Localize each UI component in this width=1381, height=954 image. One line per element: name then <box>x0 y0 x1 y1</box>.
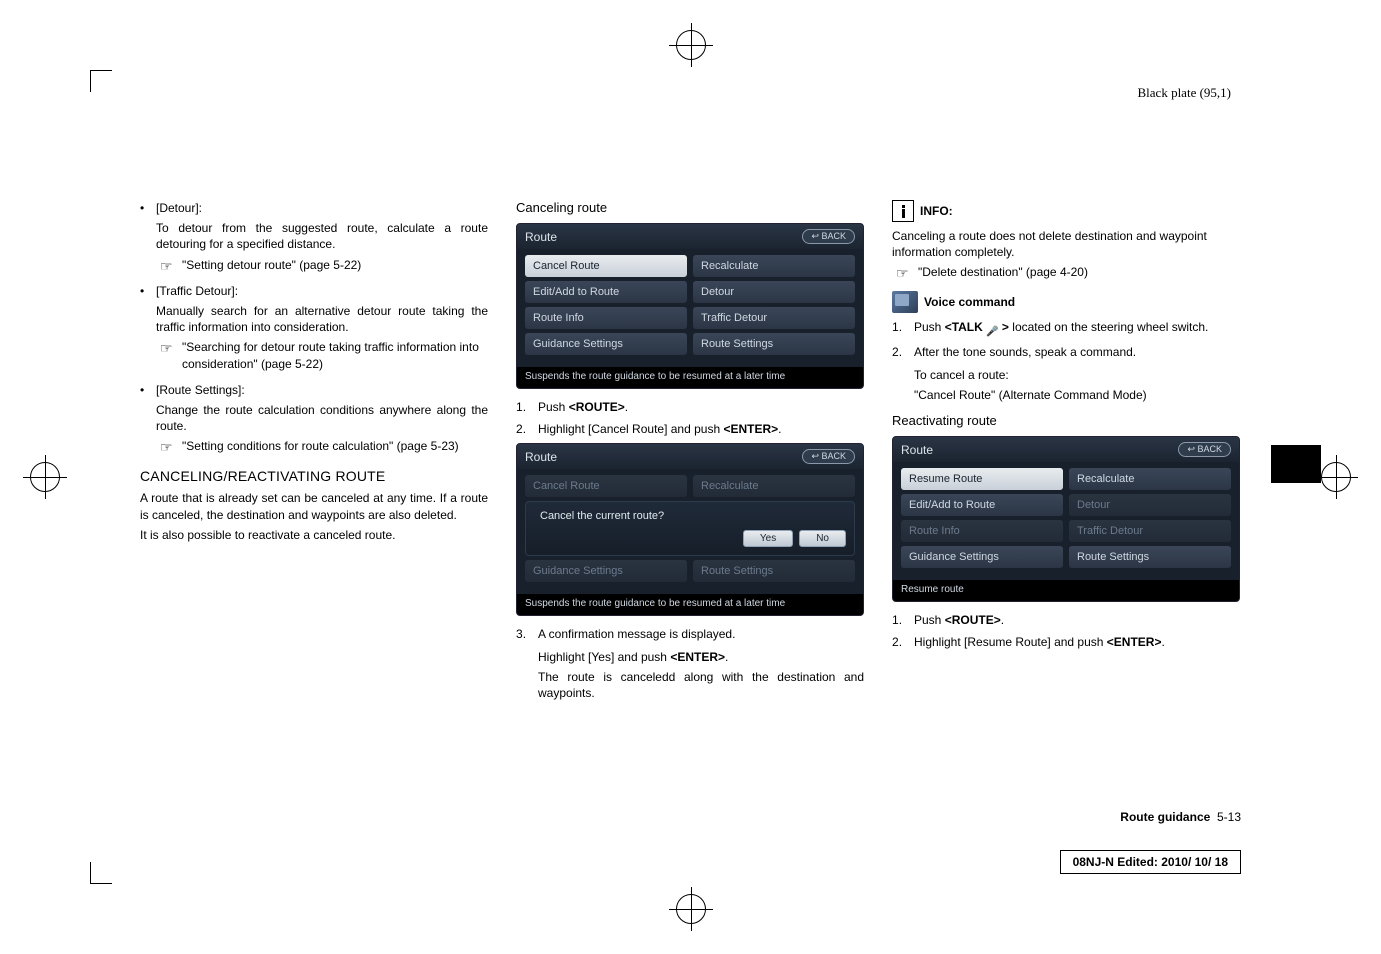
dialog-question: Cancel the current route? <box>534 510 846 522</box>
voice-command-label: Voice command <box>924 295 1015 309</box>
voice-command-icon <box>892 291 918 313</box>
item-desc: To detour from the suggested route, calc… <box>156 220 488 252</box>
vc-step-2a: To cancel a route: <box>914 367 1240 383</box>
voice-command-heading: Voice command <box>892 291 1240 313</box>
section-paragraph: A route that is already set can be cance… <box>140 490 488 522</box>
nav-footer: Resume route <box>893 580 1239 601</box>
page-content: [Detour]: To detour from the suggested r… <box>140 200 1240 707</box>
nav-footer: Suspends the route guidance to be resume… <box>517 594 863 615</box>
nav-option-route-settings[interactable]: Route Settings <box>693 333 855 355</box>
info-icon <box>892 200 914 222</box>
step-2: Highlight [Cancel Route] and push <ENTER… <box>516 421 864 437</box>
nav-title: Route <box>525 230 557 244</box>
item-title: [Traffic Detour]: <box>156 283 488 299</box>
info-label: INFO: <box>920 204 953 218</box>
section-tab <box>1271 445 1321 483</box>
subsection-heading: Canceling route <box>516 200 864 215</box>
item-ref: "Setting conditions for route calculatio… <box>156 438 488 454</box>
nav-option-route-info[interactable]: Route Info <box>525 307 687 329</box>
nav-option-dim: Route Settings <box>693 560 855 582</box>
nav-screenshot-confirm: Route ↩ BACK Cancel Route Recalculate Can… <box>516 443 864 616</box>
nav-option-guidance-settings[interactable]: Guidance Settings <box>525 333 687 355</box>
registration-bottom <box>671 889 711 929</box>
list-item: [Detour]: To detour from the suggested r… <box>140 200 488 273</box>
vc-step-2: After the tone sounds, speak a command. … <box>892 344 1240 403</box>
nav-option-edit-add[interactable]: Edit/Add to Route <box>901 494 1063 516</box>
nav-title: Route <box>901 443 933 457</box>
column-1: [Detour]: To detour from the suggested r… <box>140 200 488 707</box>
nav-option-route-settings[interactable]: Route Settings <box>1069 546 1231 568</box>
nav-option-route-info: Route Info <box>901 520 1063 542</box>
back-button[interactable]: ↩ BACK <box>802 229 855 244</box>
section-paragraph: It is also possible to reactivate a canc… <box>140 527 488 543</box>
item-title: [Route Settings]: <box>156 382 488 398</box>
item-desc: Manually search for an alternative detou… <box>156 303 488 335</box>
back-button[interactable]: ↩ BACK <box>1178 442 1231 457</box>
nav-footer: Suspends the route guidance to be resume… <box>517 367 863 388</box>
nav-option-detour: Detour <box>1069 494 1231 516</box>
nav-option-dim: Cancel Route <box>525 475 687 497</box>
plate-label: Black plate (95,1) <box>1138 85 1232 101</box>
nav-option-dim: Guidance Settings <box>525 560 687 582</box>
nav-title: Route <box>525 450 557 464</box>
nav-option-dim: Recalculate <box>693 475 855 497</box>
nav-option-traffic-detour: Traffic Detour <box>1069 520 1231 542</box>
nav-option-recalculate[interactable]: Recalculate <box>693 255 855 277</box>
back-button[interactable]: ↩ BACK <box>802 449 855 464</box>
edition-box: 08NJ-N Edited: 2010/ 10/ 18 <box>1060 850 1241 874</box>
vc-step-1: Push <TALK 🎤 > located on the steering w… <box>892 319 1240 339</box>
info-heading: INFO: <box>892 200 1240 222</box>
step-3c: The route is canceledd along with the de… <box>538 669 864 701</box>
nav-option-guidance-settings[interactable]: Guidance Settings <box>901 546 1063 568</box>
list-item: [Traffic Detour]: Manually search for an… <box>140 283 488 372</box>
yes-button[interactable]: Yes <box>743 530 793 547</box>
list-item: [Route Settings]: Change the route calcu… <box>140 382 488 455</box>
react-step-2: Highlight [Resume Route] and push <ENTER… <box>892 634 1240 650</box>
nav-screenshot-route: Route ↩ BACK Cancel Route Recalculate Edi… <box>516 223 864 389</box>
step-1: Push <ROUTE>. <box>516 399 864 415</box>
confirm-dialog: Cancel the current route? Yes No <box>525 501 855 556</box>
info-paragraph: Canceling a route does not delete destin… <box>892 228 1240 260</box>
nav-option-edit-add[interactable]: Edit/Add to Route <box>525 281 687 303</box>
crop-mark-tl <box>90 70 112 92</box>
step-3: A confirmation message is displayed. Hig… <box>516 626 864 701</box>
item-ref: "Setting detour route" (page 5-22) <box>156 257 488 273</box>
no-button[interactable]: No <box>799 530 846 547</box>
registration-top <box>671 25 711 65</box>
nav-option-cancel-route[interactable]: Cancel Route <box>525 255 687 277</box>
subsection-heading: Reactivating route <box>892 413 1240 428</box>
item-ref: "Searching for detour route taking traff… <box>156 339 488 371</box>
crop-mark-bl <box>90 862 112 884</box>
step-3b: Highlight [Yes] and push <ENTER>. <box>538 649 864 665</box>
vc-step-2b: "Cancel Route" (Alternate Command Mode) <box>914 387 1240 403</box>
registration-right <box>1316 457 1356 497</box>
registration-left <box>25 457 65 497</box>
nav-screenshot-resume: Route ↩ BACK Resume Route Recalculate Edi… <box>892 436 1240 602</box>
section-heading: CANCELING/REACTIVATING ROUTE <box>140 468 488 484</box>
column-2: Canceling route Route ↩ BACK Cancel Rout… <box>516 200 864 707</box>
item-title: [Detour]: <box>156 200 488 216</box>
nav-option-resume-route[interactable]: Resume Route <box>901 468 1063 490</box>
react-step-1: Push <ROUTE>. <box>892 612 1240 628</box>
nav-option-recalculate[interactable]: Recalculate <box>1069 468 1231 490</box>
nav-option-detour[interactable]: Detour <box>693 281 855 303</box>
item-desc: Change the route calculation conditions … <box>156 402 488 434</box>
nav-option-traffic-detour[interactable]: Traffic Detour <box>693 307 855 329</box>
page-footer: Route guidance 5-13 <box>1120 810 1241 824</box>
info-ref: "Delete destination" (page 4-20) <box>892 264 1240 280</box>
column-3: INFO: Canceling a route does not delete … <box>892 200 1240 707</box>
